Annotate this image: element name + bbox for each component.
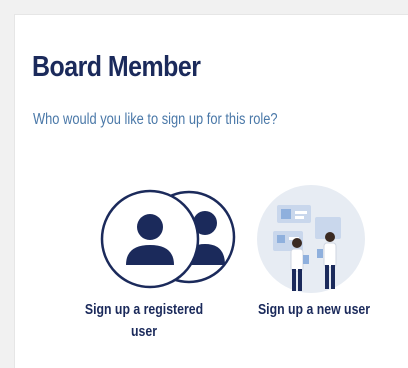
page-title: Board Member <box>32 51 201 83</box>
registered-user-label: Sign up a registered user <box>84 301 204 340</box>
new-user-illustration <box>257 185 365 293</box>
page-subtitle: Who would you like to sign up for this r… <box>33 111 278 128</box>
sign-up-registered-user-option[interactable]: Sign up a registered user <box>69 171 239 351</box>
sign-up-new-user-option[interactable]: Sign up a new user <box>239 171 389 351</box>
signup-panel: Board Member Who would you like to sign … <box>14 14 408 368</box>
new-user-label: Sign up a new user <box>257 301 371 318</box>
registered-users-icon <box>100 189 236 289</box>
